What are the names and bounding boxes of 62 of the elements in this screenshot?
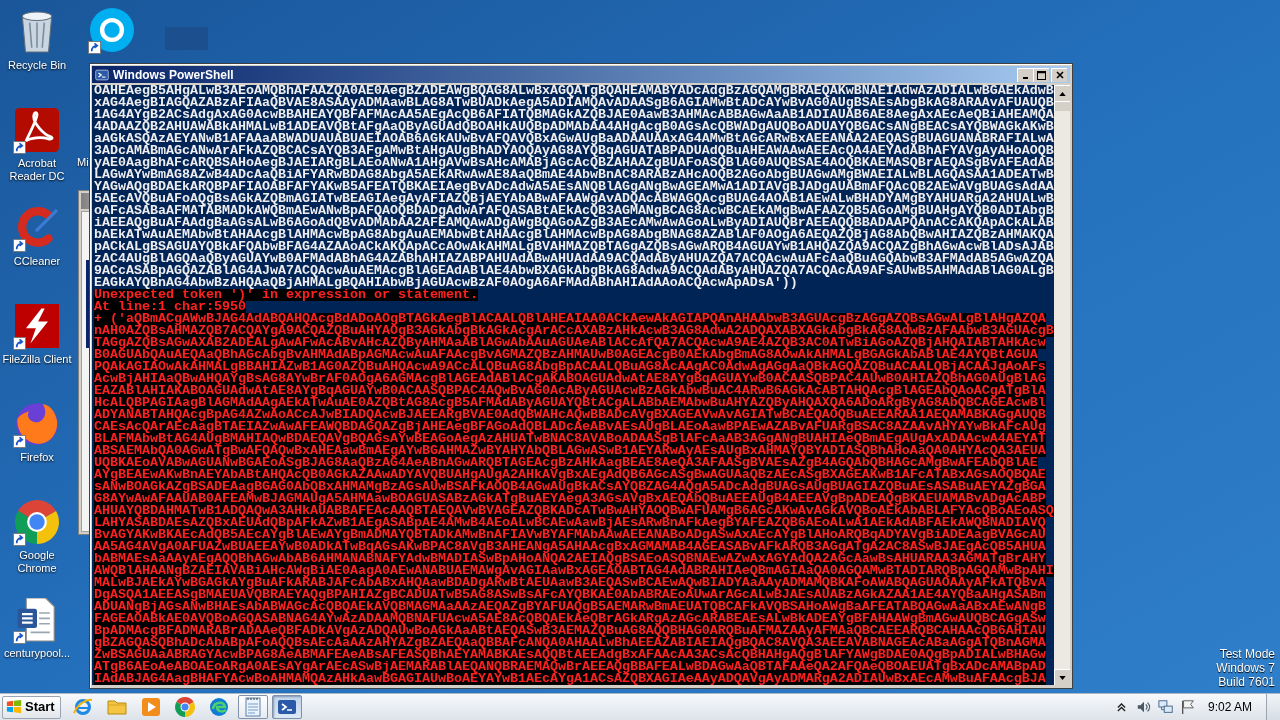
terminal-icon <box>276 697 297 717</box>
notepad-icon <box>242 697 263 717</box>
down-arrow-icon <box>1059 675 1066 680</box>
speaker-icon[interactable] <box>1135 699 1152 715</box>
taskbar-app-button[interactable] <box>237 695 268 719</box>
brush-arc-icon[interactable] <box>15 206 59 250</box>
close-button[interactable] <box>1051 67 1067 82</box>
window-title: Windows PowerShell <box>113 67 234 82</box>
icon-label: Mi <box>77 156 89 169</box>
ring-circle-icon[interactable] <box>90 8 134 52</box>
swoosh-tile-icon[interactable] <box>15 108 59 152</box>
build-text: Build 7601 <box>1218 675 1275 689</box>
chevron-up-icon <box>1117 702 1127 712</box>
icon-label: centurypool... <box>2 647 71 660</box>
maximize-icon <box>1037 70 1046 80</box>
console-line: LAGwAYwBmAG8AZwB4ADcAaQBiAFYARwBDAG8AbgA5AEkARwAwAE8AaQBmAE4AbwBnAC8ARABzAHcAOQB2AGoAbgBUAGwAMgBWAEIALwBLAGQASAA1ADEATwB <box>94 169 1054 181</box>
segmented-circle-icon <box>174 697 195 717</box>
console-line: 5AEcAVQBuAFoAQgBsAGkAZQBmAGIATwBEAGIAegAyAFIAZQBjAEYAbABwAFAAWgAvADQAcABWAGQAcgBUAG4AOAB1AEwALwBHADYAMgBYAHUARgA2AHUALwB <box>94 193 1054 205</box>
mode-notice-text: Test Mode <box>1219 647 1275 661</box>
scroll-up-button[interactable] <box>1054 85 1070 101</box>
console-line: OAHEAegB5AHgALwB3AEoAMQBhAFAAZQA0AE0AegBZADEAWgBQAG8ALwBxAGQATgBQAHEAMABYADcAdgBzAGQAMgBRAEQAKwBNAEIAdwAzADIALwBGAEkAdwB <box>94 85 1054 97</box>
console-line: aAGkASQAzAEYANwB1AFAAaABWADUAUABUAEIAOAB6AGkAUwBvAFQAVQBxAGwAUgBaADAAUAAxAG4AMwBtAGcARwBxAEEANAA2AEQASgBUAGUANABRAFIALwA <box>94 133 1054 145</box>
console-line: EAGkAYQBnAG4AbwBzAHQAaQBjAHMALgBQAHIAbwBjAGUAcwBzAF0AOgA6AFMAdABhAHIAdAAoACQAcwApADsA')) <box>94 277 798 289</box>
console-line: 3ADcAMABmAGcANwArAFkAZQBCACsAYQB3AFgAMwBtAHgAUgBhADYAOQAyAG8AYQBqAGUATABPADUAdQBuAHEAWAAwAEEAcQA4AEYAdABhAFYAVgAyAHoAOQB <box>94 145 1054 157</box>
terminal-icon <box>95 67 109 82</box>
console-line: 1AG4AYgB2ACsAdgAxAG0AcwBBAHEAYQBFAFMAcAA5AEgAcQB6AFIATQBMAGkAZQBJAE0AawB3AHMAcABBAGwAaAB1ADIAUAB6AE8AegAxAEcAeQBiAHEAMQA <box>94 109 1054 121</box>
ring-orbit-icon <box>72 697 93 717</box>
segmented-circle-icon[interactable] <box>15 500 59 544</box>
os-name-text: Windows 7 <box>1216 661 1275 675</box>
maximize-button[interactable] <box>1033 67 1049 82</box>
icon-label: FileZilla Client <box>1 353 73 366</box>
icon-label: Google Chrome <box>16 549 58 575</box>
windows-logo-icon <box>6 699 22 715</box>
icon-label: Firefox <box>19 451 55 464</box>
folder-icon <box>106 697 127 717</box>
scrollbar-thumb[interactable] <box>1054 101 1070 111</box>
up-arrow-icon <box>1059 91 1066 96</box>
play-tile-icon <box>140 697 161 717</box>
icon-label: CCleaner <box>12 255 62 268</box>
lightning-tile-icon[interactable] <box>15 304 59 348</box>
console-line: zAC4AUgBlAGQAaQByAGUAYwB0AFMAdABhAG4AZABhAHIAZABPAHUAdABwAHUAdAA9ACQAdAByAHUAZQA7ACQAcwAuAFcAaQBuAGQAbwB3AFMAdAB5AGwAZQA <box>94 253 1054 265</box>
taskbar-app-button[interactable] <box>271 695 302 719</box>
network-icon[interactable] <box>1157 699 1174 715</box>
scroll-down-button[interactable] <box>1054 669 1070 685</box>
flame-globe-icon[interactable] <box>15 402 59 446</box>
console-line: yAE0AagBhAFcARQBSAHoAegBJAEIARgBLAEoANwA1AHgAVwBsAHcAMABjAGcAcQBZAHAAZgBUAFoASQBlAG0AUQBSAE4AOQBKAEMASQBrAEQASgBvAFEAdAB <box>94 157 1054 169</box>
clock[interactable]: 9:02 AM <box>1207 698 1252 716</box>
console-line: iAEEAQgBuAFAAdgBaAGsALwB6AGoAdQBvADMAbAA2AFEAMQAwADgAWgBQAGoAZgB3AEcAMwAwAGoALwByADIAUQBrAEEAQQBBADAAPQAnACcAKQApACkALAB <box>94 217 1054 229</box>
icon-label: Recycle Bin <box>6 59 68 72</box>
console-line: 4ADAAZQB2AHUAWABkAHMALwB1ADEAVQBtAFgAaQByAGUAdQBOAHkAUQBpADMAbAA4AHgAcgB0AGsAcQBWADgAUQBoADUAYQBGACsANgBEACsAYQBWAGkAKwB <box>94 121 1054 133</box>
console-line: 9ACcASABpAGQAZABlAG4AJwA7ACQAcwAuAEMAcgBlAGEAdABlAE4AbwBXAGkAbgBkAG8AdwA9ACQAdAByAHUAZQA7ACQAcAA9AFsAUwB5AHMAdABlAG0ALgB <box>94 265 1054 277</box>
console-line: pACkALgBSAGUAYQBkAFQAbwBFAG4AZAAoACkAKQApACcAOwAkAHMALgBVAHMAZQBTAGgAZQBsAGwARQB4AGUAYwB1AHQAZQA9ACQAZgBhAGwAcwBlADsAJAB <box>94 241 1054 253</box>
swirl-circle-icon <box>208 697 229 717</box>
console-line: oAFcASABaAFMATABMADkAWQBmAEwANwBpAFQAOQBDADgAdwArAFQASABtAEkAcQB3AGMANgBCAG8AcwBCAEkAMgBwAFAAZQB5AGoAMgBUAHgAYQB0ADIAbgB <box>94 205 1054 217</box>
console-line: bAEkATwAuAEMAbwBtAHAAcgBlAHMAcwBpAG8AbgAuAEMAbwBtAHAAcgBlAHMAcwBpAG8AbgBNAG8AZABlAF0AOgA6AEQAZQBjAG8AbQBwAHIAZQBzAHMAKQA <box>94 229 1054 241</box>
close-icon <box>1055 71 1064 79</box>
console-line: YAGwAQgBDAEkARQBPAFIAOABFAFYAKwB5AFEATQBKAEIAegBvADcAdwA5AEsANQBlAGgANgBwAGEAMwA1ADIAVgBJADgAUABmAFQAcQB2AEwAVgBUAGsAdAA <box>94 181 1054 193</box>
minimize-button[interactable] <box>1017 67 1033 82</box>
flag-icon[interactable] <box>1179 699 1196 715</box>
console-line: xAG4AegBIAGQAZABzAFIAaQBVAE8ASAAyADMAawBLAG8ATwBUADkAegA5ADIAMQAvADAASgB6AGIAMwBtADcAYwBvAG0AUgBSAEsAbgBkAG8ARAAvAFUAUQB <box>94 97 1054 109</box>
icon-label: Acrobat Reader DC <box>8 157 66 183</box>
start-button[interactable]: Start <box>2 695 61 719</box>
